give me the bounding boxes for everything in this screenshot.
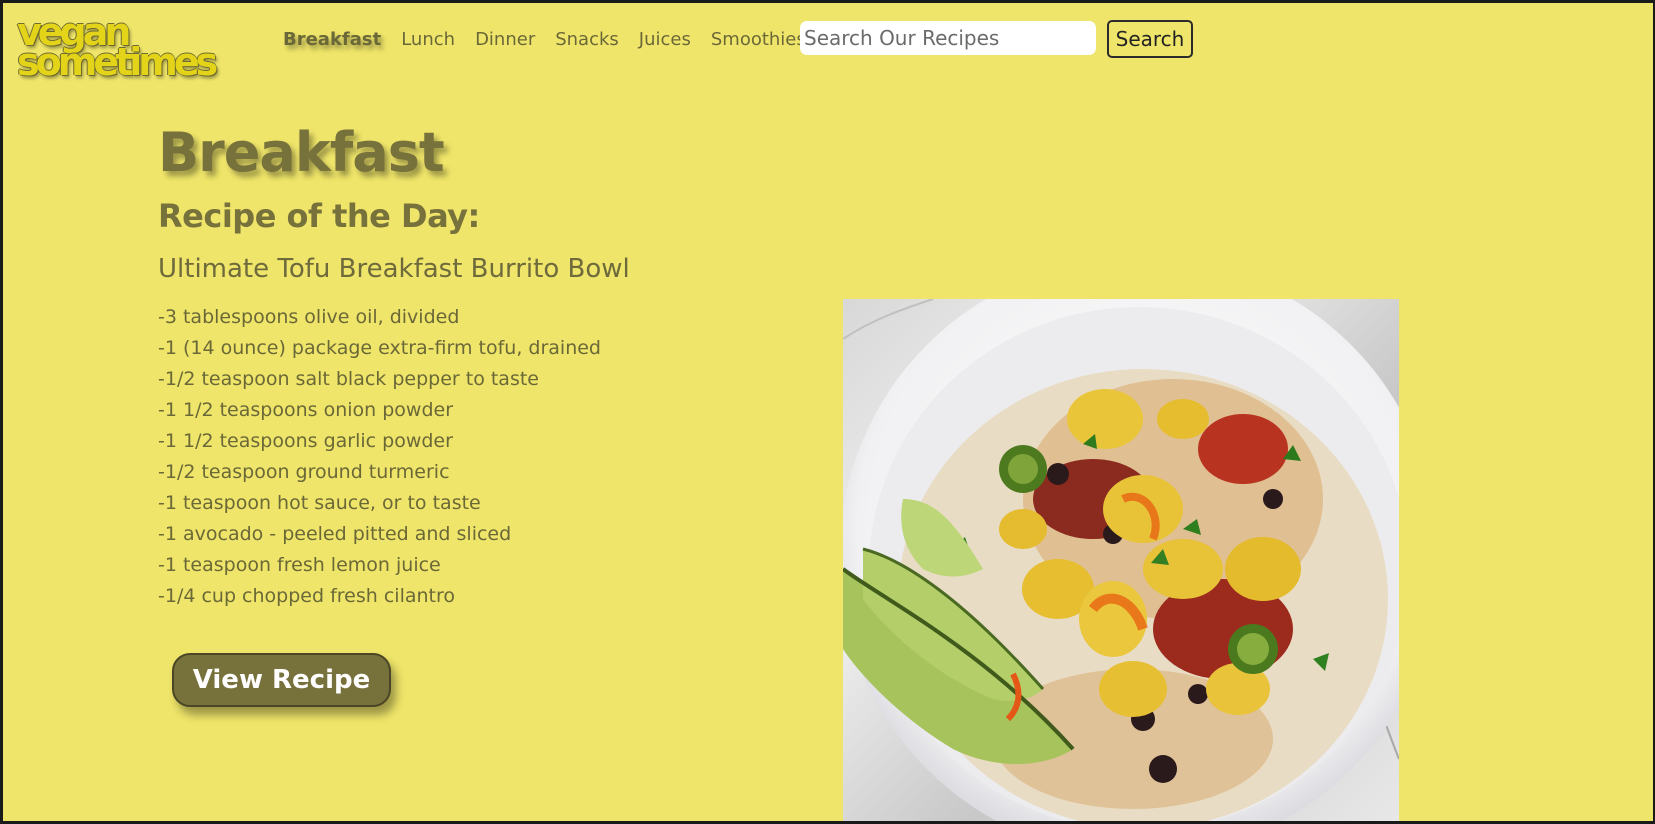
page: vegan sometimes Breakfast Lunch Dinner S… xyxy=(3,3,1653,821)
ingredient-item: -1/2 teaspoon salt black pepper to taste xyxy=(158,368,539,390)
search-button[interactable]: Search xyxy=(1107,20,1193,58)
ingredient-item: -1/2 teaspoon ground turmeric xyxy=(158,461,450,483)
logo-line-2: sometimes xyxy=(17,40,218,84)
ingredient-item: -1 teaspoon fresh lemon juice xyxy=(158,554,441,576)
view-recipe-button[interactable]: View Recipe xyxy=(172,653,391,707)
site-logo[interactable]: vegan sometimes xyxy=(17,13,257,84)
nav-item-snacks[interactable]: Snacks xyxy=(555,29,619,50)
page-title: Breakfast xyxy=(158,121,445,184)
nav-item-lunch[interactable]: Lunch xyxy=(401,29,455,50)
main-nav: Breakfast Lunch Dinner Snacks Juices Smo… xyxy=(283,29,826,50)
nav-item-juices[interactable]: Juices xyxy=(639,29,691,50)
burrito-bowl-illustration xyxy=(843,299,1399,821)
ingredient-item: -1 teaspoon hot sauce, or to taste xyxy=(158,492,481,514)
recipe-name: Ultimate Tofu Breakfast Burrito Bowl xyxy=(158,254,630,284)
nav-item-breakfast[interactable]: Breakfast xyxy=(283,29,381,50)
ingredient-item: -1/4 cup chopped fresh cilantro xyxy=(158,585,455,607)
ingredient-list: -3 tablespoons olive oil, divided -1 (14… xyxy=(158,302,601,612)
ingredient-item: -1 avocado - peeled pitted and sliced xyxy=(158,523,512,545)
ingredient-item: -3 tablespoons olive oil, divided xyxy=(158,306,460,328)
search-input[interactable] xyxy=(800,21,1096,55)
recipe-photo xyxy=(843,299,1399,821)
recipe-of-the-day-heading: Recipe of the Day: xyxy=(158,197,480,235)
ingredient-item: -1 1/2 teaspoons garlic powder xyxy=(158,430,453,452)
nav-item-smoothies[interactable]: Smoothies xyxy=(711,29,806,50)
ingredient-item: -1 (14 ounce) package extra-firm tofu, d… xyxy=(158,337,601,359)
nav-item-dinner[interactable]: Dinner xyxy=(475,29,535,50)
ingredient-item: -1 1/2 teaspoons onion powder xyxy=(158,399,454,421)
